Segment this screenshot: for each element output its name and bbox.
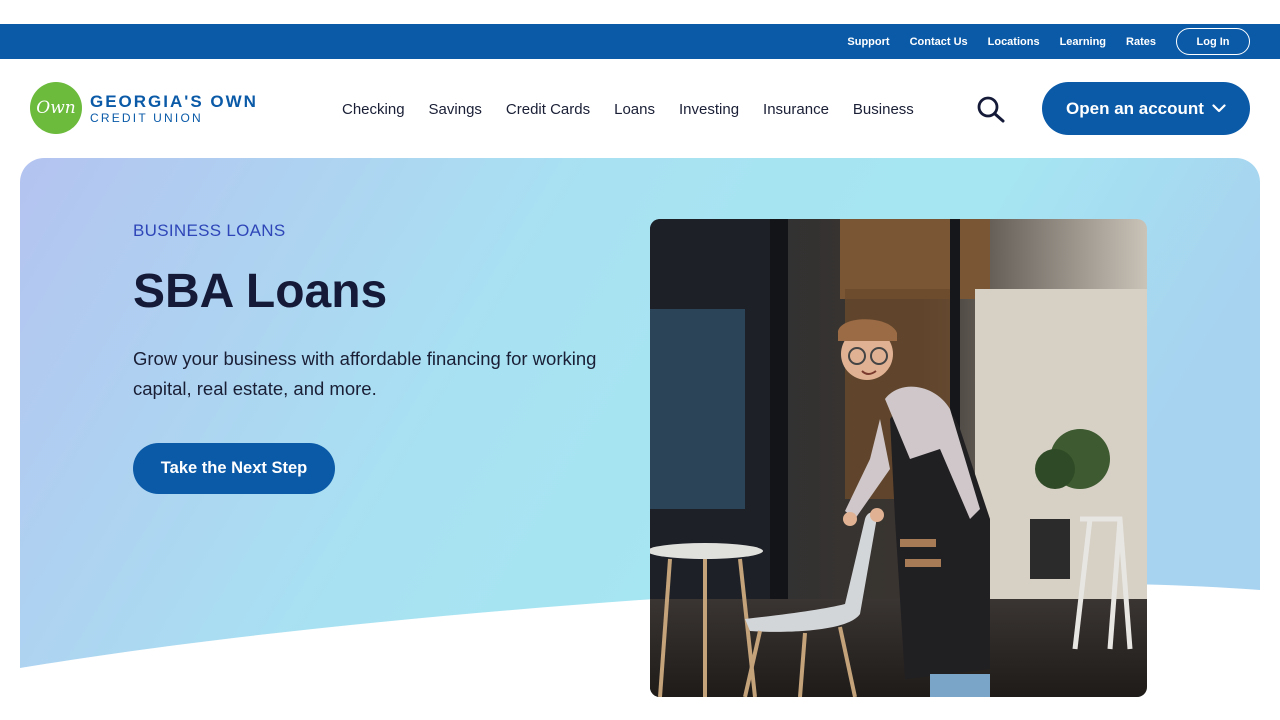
nav-item-investing[interactable]: Investing: [679, 101, 739, 118]
log-in-button[interactable]: Log In: [1176, 28, 1250, 55]
utility-link-support[interactable]: Support: [847, 36, 889, 48]
hero-eyebrow: BUSINESS LOANS: [133, 221, 286, 240]
logo-line-2: CREDIT UNION: [90, 110, 203, 125]
open-an-account-button[interactable]: Open an account: [1042, 82, 1250, 135]
utility-link-locations[interactable]: Locations: [988, 36, 1040, 48]
page-title: SBA Loans: [133, 265, 388, 318]
hero-description: Grow your business with affordable finan…: [133, 348, 597, 399]
utility-bar: Support Contact Us Locations Learning Ra…: [0, 24, 1280, 59]
nav-item-savings[interactable]: Savings: [429, 101, 482, 118]
take-the-next-step-button[interactable]: Take the Next Step: [133, 443, 335, 494]
utility-link-rates[interactable]: Rates: [1126, 36, 1156, 48]
hero-photo: [650, 219, 1147, 697]
logo-mark-text: Own: [36, 98, 76, 118]
nav-item-business[interactable]: Business: [853, 101, 914, 118]
utility-link-contact-us[interactable]: Contact Us: [910, 36, 968, 48]
utility-link-learning[interactable]: Learning: [1060, 36, 1106, 48]
chevron-down-icon: [1212, 104, 1226, 113]
logo[interactable]: Own GEORGIA'S OWN CREDIT UNION: [30, 82, 258, 134]
nav-item-insurance[interactable]: Insurance: [763, 101, 829, 118]
logo-wordmark: GEORGIA'S OWN CREDIT UNION: [90, 92, 258, 125]
logo-line-1: GEORGIA'S OWN: [90, 91, 258, 111]
nav-item-credit-cards[interactable]: Credit Cards: [506, 101, 590, 118]
main-nav: Checking Savings Credit Cards Loans Inve…: [330, 96, 926, 122]
nav-item-checking[interactable]: Checking: [342, 101, 405, 118]
logo-mark: Own: [30, 82, 82, 134]
search-icon[interactable]: [976, 95, 1008, 123]
nav-item-loans[interactable]: Loans: [614, 101, 655, 118]
utility-nav: Support Contact Us Locations Learning Ra…: [827, 24, 1250, 59]
open-an-account-label: Open an account: [1066, 98, 1204, 118]
